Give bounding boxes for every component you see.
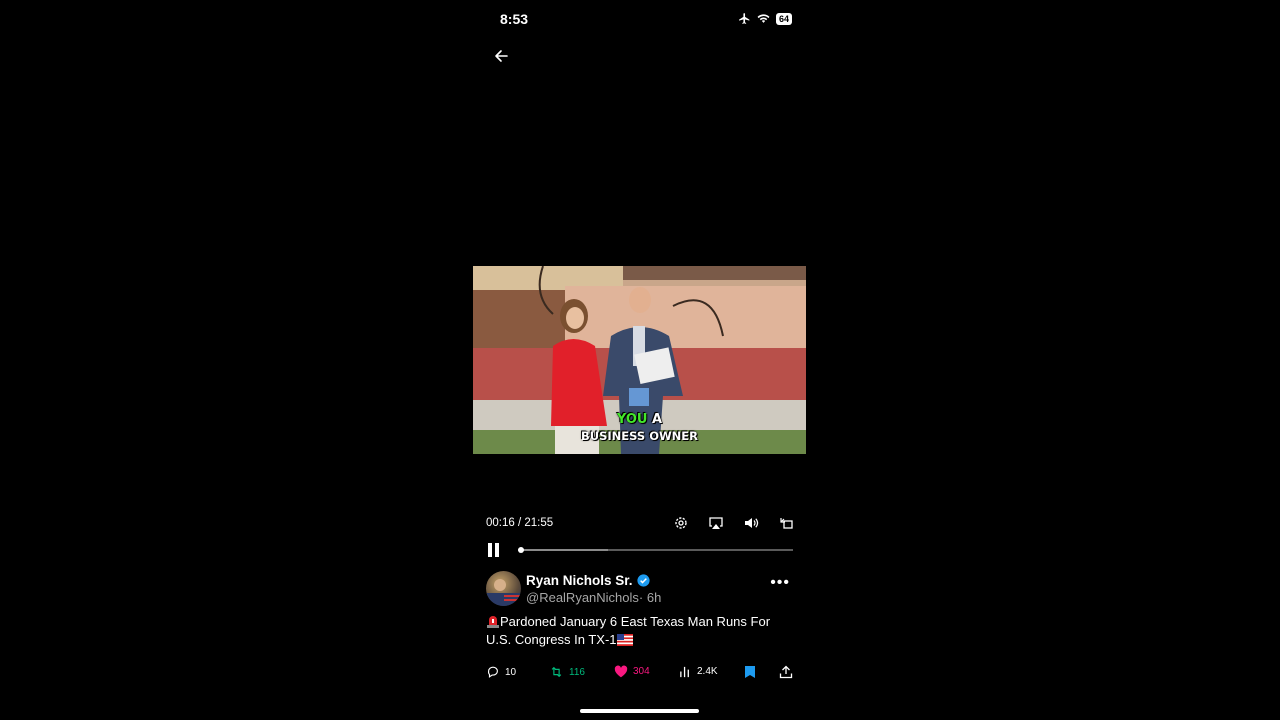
back-arrow-icon[interactable] [491,46,511,66]
views-chart-icon [680,666,689,678]
volume-icon[interactable] [743,515,759,531]
phone-screen: 8:53 64 YOU A BUSINESS OWNER 00:16 / 21:… [473,0,806,720]
author-name-row[interactable]: Ryan Nichols Sr. [526,573,650,588]
post-actions: 10 116 304 2.4K [486,665,794,683]
battery-indicator: 64 [775,12,792,25]
like-action[interactable]: 304 [614,665,650,678]
reply-action[interactable]: 10 [486,665,516,679]
view-count: 2.4K [697,666,718,677]
status-time: 8:53 [500,11,529,27]
caption-highlight: YOU [616,412,648,427]
share-icon [779,665,793,679]
bookmark-icon [745,666,755,678]
rotate-screen-icon[interactable] [778,515,794,531]
repost-icon [551,666,562,678]
home-indicator[interactable] [580,709,699,713]
caption-rest: A [647,412,663,427]
settings-gear-icon[interactable] [673,515,689,531]
repost-action[interactable]: 116 [549,665,585,679]
heart-icon [614,665,628,678]
post-text-block: Pardoned January 6 East Texas Man Runs F… [486,613,796,649]
repost-count: 116 [569,666,585,678]
author-name[interactable]: Ryan Nichols Sr. [526,573,633,588]
us-flag-icon [616,634,633,646]
reply-icon [487,666,498,678]
video-player[interactable]: YOU A BUSINESS OWNER [473,266,806,454]
post-age: · 6h [638,590,662,605]
reply-count: 10 [505,666,517,678]
playback-time: 00:16 / 21:55 [486,517,554,529]
airplane-icon [739,13,750,24]
author-handle[interactable]: @RealRyanNichols [526,590,639,605]
author-avatar[interactable] [486,571,521,606]
verified-badge-icon [636,574,650,587]
video-caption-line1: YOU A [473,412,806,427]
pause-button[interactable] [487,543,501,557]
more-options-icon[interactable]: ••• [770,574,790,592]
wifi-icon [757,14,770,23]
siren-icon [487,616,499,628]
video-caption-line2: BUSINESS OWNER [581,429,698,443]
player-controls: 00:16 / 21:55 [486,514,794,532]
seek-handle[interactable] [518,547,525,553]
like-count: 304 [633,666,650,677]
seek-bar[interactable] [518,547,793,553]
bookmark-action[interactable] [744,665,756,679]
status-icons: 64 [738,12,792,25]
seek-buffered [518,549,608,551]
share-action[interactable] [779,665,793,679]
views-action[interactable]: 2.4K [679,665,718,678]
airplay-icon[interactable] [708,515,724,531]
author-handle-row: @RealRyanNichols· 6h [526,590,661,605]
